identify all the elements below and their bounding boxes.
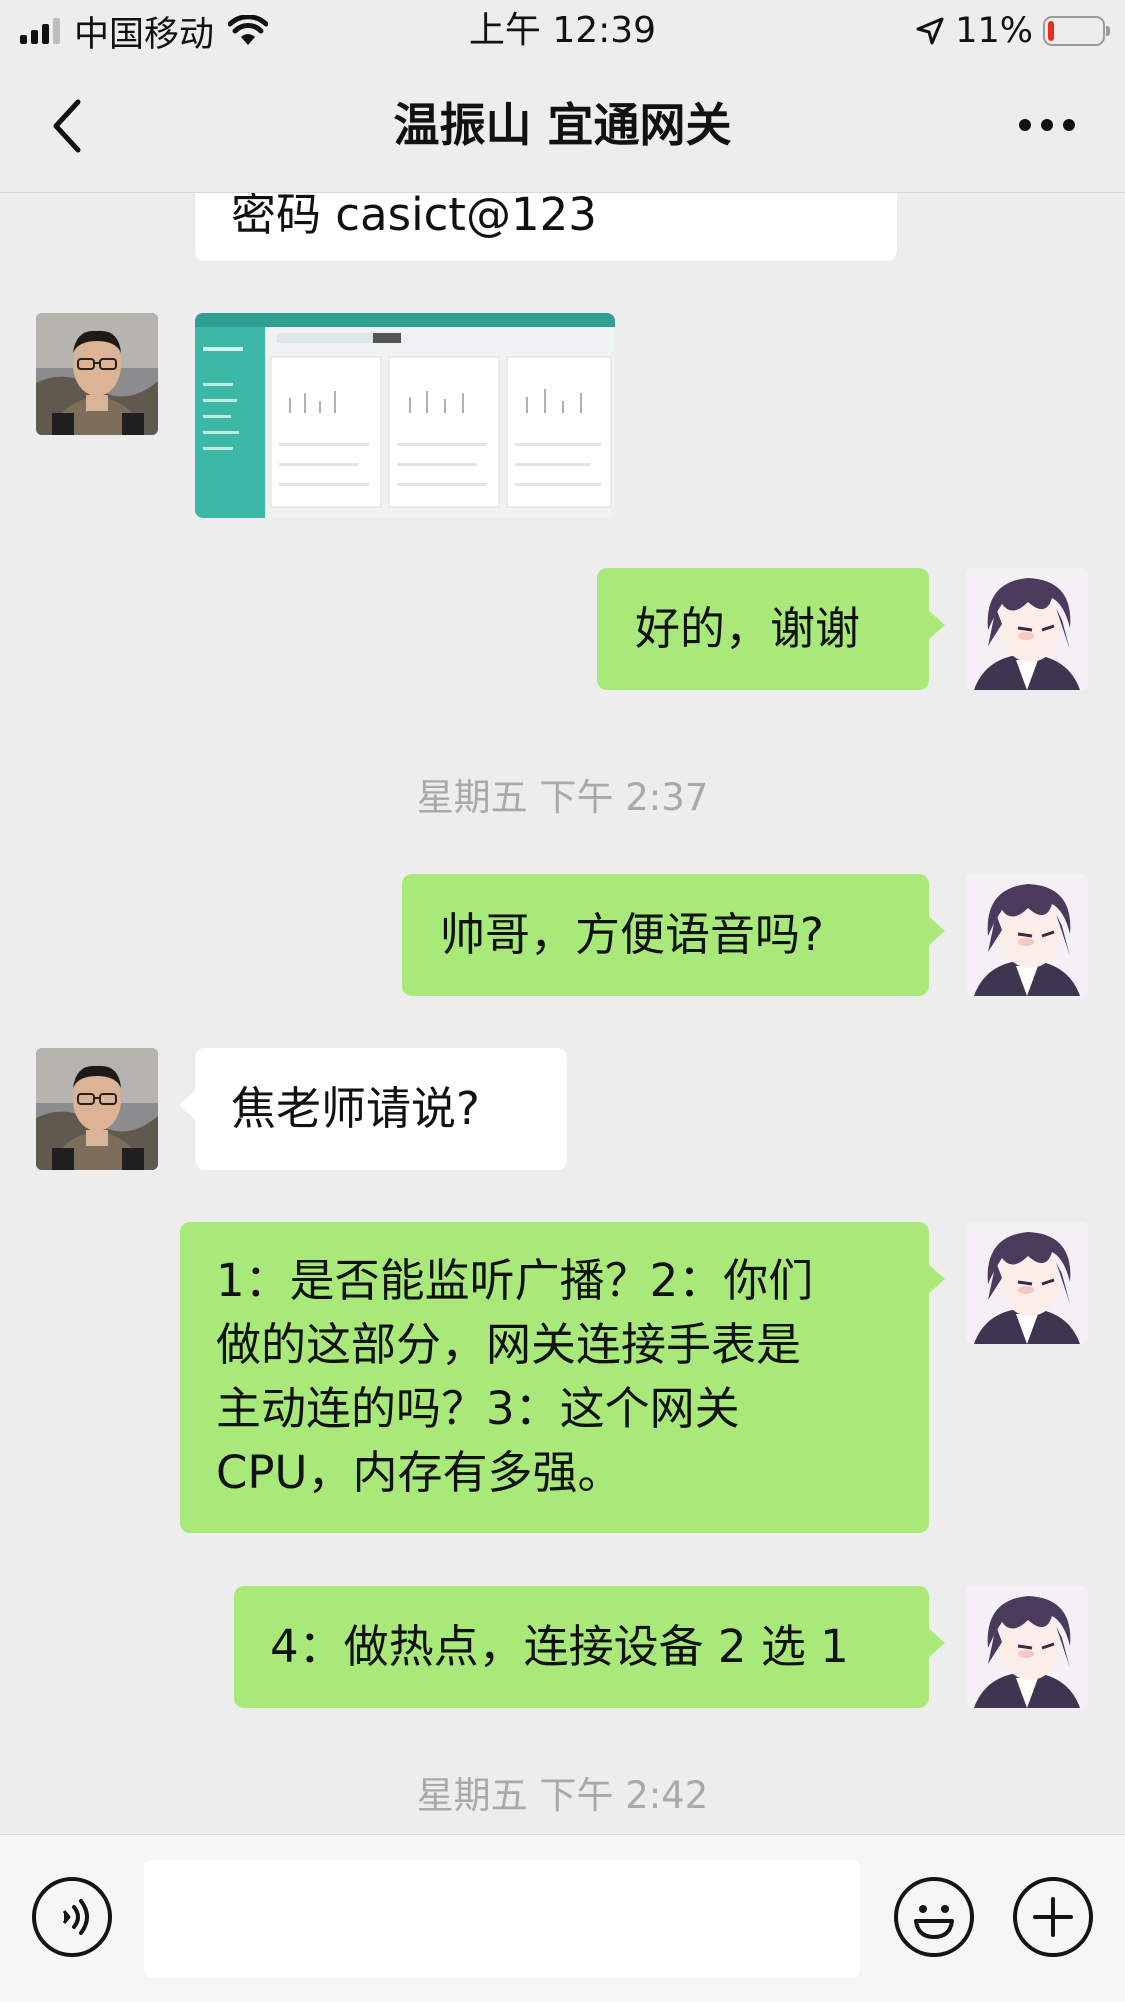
- screenshot-thumbnail: [195, 313, 615, 518]
- message-text: 密码 casict@123: [231, 193, 597, 241]
- input-bar: [0, 1834, 1125, 2002]
- message-text: 4：做热点，连接设备 2 选 1: [270, 1620, 849, 1673]
- message-text-line: CPU，内存有多强。: [216, 1446, 623, 1499]
- contact-avatar-image: [36, 1048, 158, 1170]
- message-bubble-outgoing[interactable]: 好的，谢谢: [597, 568, 945, 690]
- smiley-icon: [914, 1905, 954, 1939]
- location-arrow-icon: [916, 17, 944, 45]
- add-button[interactable]: [1013, 1877, 1093, 1957]
- message-bubble-outgoing[interactable]: 4：做热点，连接设备 2 选 1: [234, 1586, 945, 1708]
- my-avatar[interactable]: [966, 1222, 1088, 1344]
- chat-messages[interactable]: 密码 casict@123 好的，谢谢 星期五 下午 2:37 帅哥，方便语音吗…: [0, 193, 1125, 1834]
- more-button[interactable]: [1017, 100, 1077, 150]
- message-text-line: 1：是否能监听广播？2：你们: [216, 1254, 814, 1307]
- my-avatar[interactable]: [966, 874, 1088, 996]
- bubble-tail: [928, 610, 945, 640]
- my-avatar-image: [966, 1222, 1088, 1344]
- message-bubble-incoming[interactable]: 密码 casict@123: [195, 193, 897, 261]
- bubble-tail: [928, 1628, 945, 1658]
- message-input[interactable]: [144, 1860, 860, 1978]
- bubble-tail: [928, 1264, 945, 1294]
- message-bubble-outgoing[interactable]: 1：是否能监听广播？2：你们 做的这部分，网关连接手表是 主动连的吗？3：这个网…: [180, 1222, 945, 1533]
- battery-icon: [1043, 16, 1110, 46]
- status-bar: 中国移动 上午 12:39 11%: [0, 0, 1125, 62]
- my-avatar-image: [966, 874, 1088, 996]
- message-bubble-incoming[interactable]: 焦老师请说?: [179, 1048, 567, 1170]
- message-text-line: 做的这部分，网关连接手表是: [216, 1318, 802, 1371]
- bubble-tail: [928, 916, 945, 946]
- my-avatar-image: [966, 568, 1088, 690]
- message-timestamp: 星期五 下午 2:42: [416, 1774, 709, 1817]
- message-text: 好的，谢谢: [635, 602, 861, 655]
- plus-icon: [1033, 1897, 1073, 1937]
- nav-bar: 温振山 宜通网关: [0, 62, 1125, 193]
- my-avatar[interactable]: [966, 568, 1088, 690]
- message-text-line: 主动连的吗？3：这个网关: [216, 1382, 740, 1435]
- battery-percent: 11%: [955, 11, 1033, 51]
- message-timestamp: 星期五 下午 2:37: [416, 776, 709, 819]
- message-text: 帅哥，方便语音吗?: [440, 908, 824, 961]
- contact-avatar-image: [36, 313, 158, 435]
- my-avatar-image: [966, 1586, 1088, 1708]
- emoji-button[interactable]: [894, 1877, 974, 1957]
- bubble-tail: [179, 1090, 196, 1120]
- contact-avatar[interactable]: [36, 1048, 158, 1170]
- contact-avatar[interactable]: [36, 313, 158, 435]
- message-image[interactable]: [195, 313, 615, 518]
- message-bubble-outgoing[interactable]: 帅哥，方便语音吗?: [402, 874, 945, 996]
- voice-icon: [62, 1899, 89, 1935]
- voice-button[interactable]: [32, 1877, 112, 1957]
- my-avatar[interactable]: [966, 1586, 1088, 1708]
- more-dots-icon: [1019, 119, 1075, 131]
- message-text: 焦老师请说?: [231, 1082, 480, 1135]
- status-right: 11%: [915, 8, 1110, 54]
- chat-title: 温振山 宜通网关: [393, 98, 732, 152]
- battery-level: [1048, 21, 1054, 41]
